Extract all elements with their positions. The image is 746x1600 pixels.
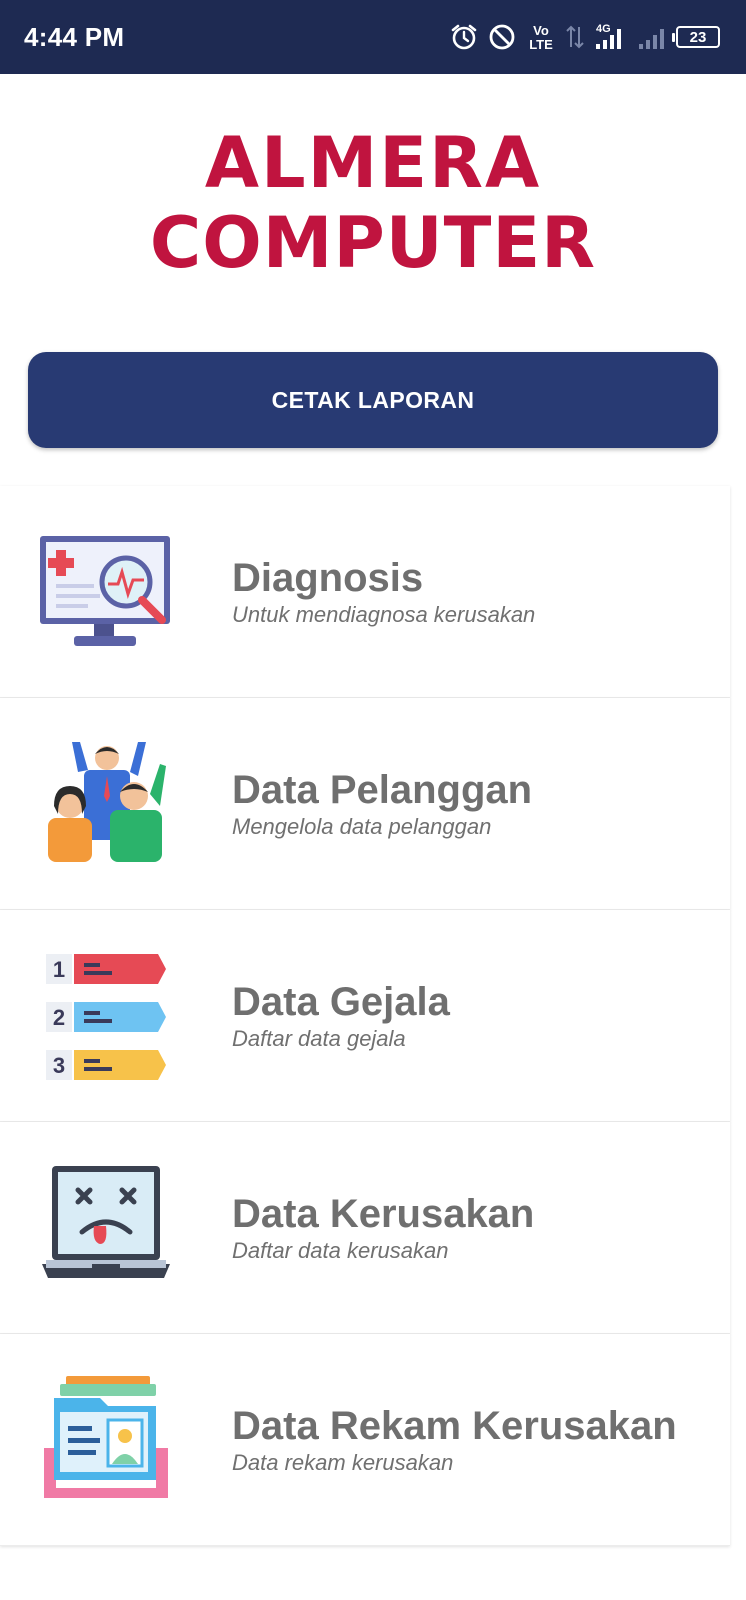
signal-icon — [639, 29, 664, 49]
alarm-icon — [451, 24, 477, 50]
menu-title: Data Kerusakan — [232, 1191, 535, 1236]
menu-title: Diagnosis — [232, 555, 424, 600]
numbered-list-icon: 1 2 3 — [46, 953, 166, 1080]
menu-title: Data Gejala — [232, 979, 450, 1024]
menu-title: Data Rekam Kerusakan — [232, 1403, 677, 1448]
data-arrows-icon — [566, 25, 584, 49]
battery-level: 23 — [689, 28, 707, 46]
menu-text: Data Pelanggan Mengelola data pelanggan — [232, 768, 532, 840]
menu-item-data-kerusakan[interactable]: Data Kerusakan Daftar data kerusakan — [0, 1122, 730, 1334]
menu-text: Data Rekam Kerusakan Data rekam kerusaka… — [232, 1404, 677, 1476]
menu-subtitle: Data rekam kerusakan — [232, 1449, 454, 1475]
app-logo: ALMERA COMPUTER — [0, 128, 746, 278]
status-bar: 4:44 PM Vo LTE 4G 23 — [0, 0, 746, 74]
menu-text: Data Kerusakan Daftar data kerusakan — [232, 1192, 534, 1264]
menu-subtitle: Daftar data kerusakan — [232, 1237, 449, 1263]
battery-icon: 23 — [672, 26, 720, 48]
record-folder-icon — [44, 1375, 168, 1498]
broken-laptop-icon — [42, 1165, 170, 1278]
menu-text: Diagnosis Untuk mendiagnosa kerusakan — [232, 556, 535, 628]
logo-line-1: ALMERA — [204, 122, 542, 204]
print-report-button[interactable]: CETAK LAPORAN — [28, 352, 718, 448]
menu-item-data-rekam-kerusakan[interactable]: Data Rekam Kerusakan Data rekam kerusaka… — [0, 1334, 730, 1546]
signal-4g-icon: 4G — [596, 23, 621, 49]
svg-text:Vo: Vo — [533, 23, 549, 38]
customers-group-icon — [48, 741, 166, 862]
menu-text: Data Gejala Daftar data gejala — [232, 980, 450, 1052]
menu-title: Data Pelanggan — [232, 767, 533, 812]
status-icons: Vo LTE 4G 23 — [450, 22, 720, 52]
menu-item-data-pelanggan[interactable]: Data Pelanggan Mengelola data pelanggan — [0, 698, 730, 910]
menu-item-diagnosis[interactable]: Diagnosis Untuk mendiagnosa kerusakan — [0, 486, 730, 698]
svg-text:1: 1 — [53, 957, 65, 982]
menu-subtitle: Daftar data gejala — [232, 1025, 406, 1051]
volte-icon: Vo LTE — [529, 23, 553, 52]
status-time: 4:44 PM — [24, 21, 125, 52]
svg-text:2: 2 — [53, 1005, 65, 1030]
menu-subtitle: Untuk mendiagnosa kerusakan — [232, 601, 536, 627]
do-not-disturb-icon — [489, 24, 515, 50]
menu-item-data-gejala[interactable]: 1 2 3 Data Gejala Daftar data gejala — [0, 910, 730, 1122]
diagnosis-monitor-icon — [40, 535, 170, 646]
svg-text:3: 3 — [53, 1053, 65, 1078]
svg-text:4G: 4G — [596, 23, 611, 35]
menu-subtitle: Mengelola data pelanggan — [232, 813, 492, 839]
logo-line-2: COMPUTER — [149, 202, 597, 284]
menu-list: Diagnosis Untuk mendiagnosa kerusakan Da… — [0, 486, 746, 1546]
svg-text:LTE: LTE — [529, 37, 553, 52]
